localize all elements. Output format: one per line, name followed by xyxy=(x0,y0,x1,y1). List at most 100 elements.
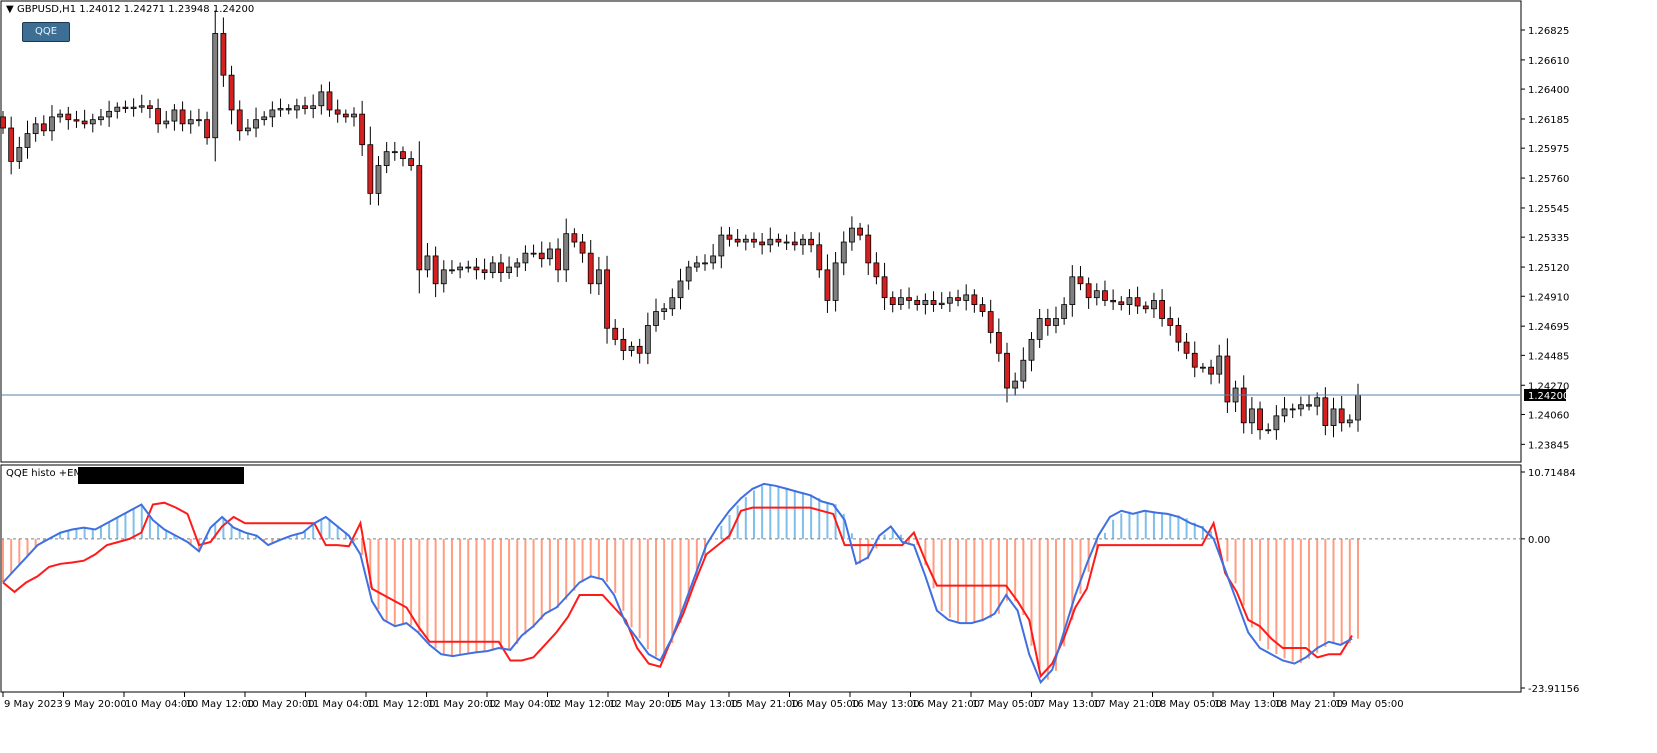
time-tick-label: 17 May 21:00 xyxy=(1093,699,1162,710)
candle-body xyxy=(432,255,439,285)
time-tick-label: 12 May 04:00 xyxy=(488,699,557,710)
candle-body xyxy=(24,133,31,148)
time-tick-label: 9 May 20:00 xyxy=(65,699,127,710)
candle-body xyxy=(971,294,978,306)
candle-body xyxy=(751,238,757,243)
candle-body xyxy=(538,252,545,260)
candle-body xyxy=(612,327,619,340)
candle-body xyxy=(620,338,627,351)
symbol-header-arrow[interactable]: ▼ xyxy=(6,4,14,15)
candle-body xyxy=(424,255,431,271)
candle-body xyxy=(685,266,692,282)
time-tick-label: 11 May 04:00 xyxy=(307,699,376,710)
candle-body xyxy=(1314,397,1321,407)
candle-body xyxy=(1200,366,1206,369)
time-tick-label: 12 May 20:00 xyxy=(609,699,678,710)
redacted-block xyxy=(78,467,244,484)
candle-body xyxy=(310,105,317,109)
candle-body xyxy=(1118,301,1125,306)
time-tick-label: 10 May 04:00 xyxy=(125,699,194,710)
candle-body xyxy=(391,151,398,154)
candle-body xyxy=(383,151,390,166)
candle-body xyxy=(1191,352,1198,368)
candle-body xyxy=(367,144,374,194)
price-tick-label: 1.23845 xyxy=(1528,440,1569,451)
candle-body xyxy=(1151,300,1157,310)
candle-body xyxy=(930,300,937,306)
candle-body xyxy=(595,269,602,285)
candle-body xyxy=(1240,387,1247,424)
candle-body xyxy=(1183,341,1190,354)
candle-body xyxy=(759,241,766,246)
candle-body xyxy=(155,108,161,125)
price-panel-frame xyxy=(0,0,1522,463)
time-tick-label: 10 May 12:00 xyxy=(186,699,255,710)
symbol-info: GBPUSD,H1 1.24012 1.24271 1.23948 1.2420… xyxy=(17,4,254,15)
candle-body xyxy=(261,116,268,121)
candle-body xyxy=(1159,300,1165,319)
candle-body xyxy=(800,238,806,246)
candle-body xyxy=(457,266,464,271)
chart-canvas[interactable]: ▼ GBPUSD,H1 1.24012 1.24271 1.23948 1.24… xyxy=(0,0,1657,753)
candle-body xyxy=(1110,300,1117,303)
price-tick-label: 1.26400 xyxy=(1528,85,1569,96)
candle-body xyxy=(849,227,855,243)
candle-body xyxy=(1020,359,1027,382)
price-tick-label: 1.24485 xyxy=(1528,351,1569,362)
candle-body xyxy=(922,300,929,306)
candle-body xyxy=(465,266,472,269)
candle-body xyxy=(1265,429,1272,432)
candle-body xyxy=(236,109,243,132)
candle-body xyxy=(775,238,782,243)
candle-body xyxy=(65,113,72,121)
candle-body xyxy=(742,238,749,243)
candle-body xyxy=(767,238,774,246)
qqe-button[interactable]: QQE xyxy=(22,22,70,42)
candle-body xyxy=(302,105,308,109)
time-tick-label: 19 May 05:00 xyxy=(1335,699,1404,710)
candle-body xyxy=(1126,297,1133,306)
candle-body xyxy=(179,109,186,125)
candle-body xyxy=(979,304,986,312)
time-axis-ticks: 9 May 2023 9 May 20:0010 May 04:0010 May … xyxy=(2,692,1404,710)
candle-body xyxy=(555,248,561,271)
candle-body xyxy=(114,106,121,112)
candle-body xyxy=(1085,283,1092,299)
price-tick-label: 1.25760 xyxy=(1528,174,1569,185)
candle-body xyxy=(1355,394,1361,421)
candle-body xyxy=(81,120,88,125)
candle-body xyxy=(1208,366,1214,375)
indicator-tick-label: 0.00 xyxy=(1528,535,1550,546)
candle-body xyxy=(938,302,945,306)
candle-body xyxy=(1306,404,1312,407)
candle-body xyxy=(326,91,333,111)
candle-body xyxy=(351,113,357,118)
candle-body xyxy=(408,158,415,166)
time-tick-label: 16 May 13:00 xyxy=(851,699,920,710)
candle-body xyxy=(1216,355,1223,375)
candle-body xyxy=(1053,318,1059,326)
candle-body xyxy=(334,109,341,115)
candle-body xyxy=(187,119,194,125)
candle-body xyxy=(1142,305,1149,310)
time-tick-label: 16 May 21:00 xyxy=(912,699,981,710)
candle-body xyxy=(873,262,880,278)
candle-body xyxy=(498,262,504,274)
candle-body xyxy=(8,127,15,162)
candle-body xyxy=(1257,408,1263,431)
candle-body xyxy=(995,332,1002,354)
candle-body xyxy=(522,252,529,264)
candle-body xyxy=(946,297,953,304)
time-tick-label: 18 May 21:00 xyxy=(1275,699,1344,710)
candle-body xyxy=(1330,408,1337,426)
candle-body xyxy=(89,119,96,125)
candle-body xyxy=(0,116,6,129)
candle-body xyxy=(269,109,276,118)
price-axis-ticks: 1.26825 1.26610 1.26400 1.26185 1.25975 1.257… xyxy=(1521,26,1569,451)
candle-body xyxy=(416,165,423,271)
candle-body xyxy=(506,266,512,274)
candle-body xyxy=(889,297,896,306)
candle-body xyxy=(204,119,210,139)
candle-body xyxy=(530,252,537,255)
price-tick-label: 1.25545 xyxy=(1528,204,1569,215)
